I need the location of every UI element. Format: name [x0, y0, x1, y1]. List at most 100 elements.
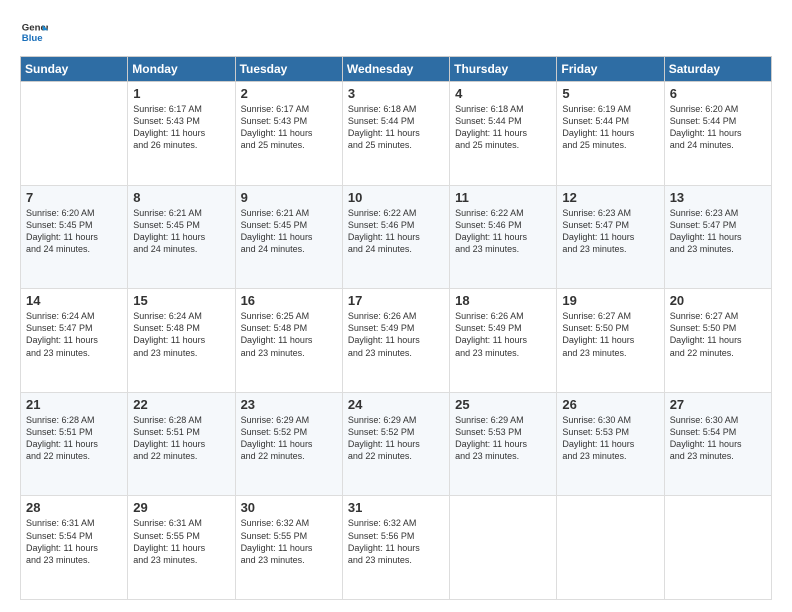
calendar-cell: 26 Sunrise: 6:30 AMSunset: 5:53 PMDayligh…: [557, 392, 664, 496]
day-number: 7: [26, 190, 122, 205]
calendar-week-4: 21Sunrise: 6:28 AMSunset: 5:51 PMDayligh…: [21, 392, 772, 496]
calendar-cell: 3 Sunrise: 6:18 AMSunset: 5:44 PMDaylight…: [342, 82, 449, 186]
weekday-header-sunday: Sunday: [21, 57, 128, 82]
cell-info: Sunrise: 6:30 AMSunset: 5:53 PMDaylight:…: [562, 414, 658, 463]
day-number: 24: [348, 397, 444, 412]
calendar-cell: 6 Sunrise: 6:20 AMSunset: 5:44 PMDaylight…: [664, 82, 771, 186]
day-number: 27: [670, 397, 766, 412]
calendar-week-3: 14 Sunrise: 6:24 AMSunset: 5:47 PMDayligh…: [21, 289, 772, 393]
day-number: 17: [348, 293, 444, 308]
cell-info: Sunrise: 6:18 AMSunset: 5:44 PMDaylight:…: [455, 103, 551, 152]
cell-info: Sunrise: 6:20 AMSunset: 5:44 PMDaylight:…: [670, 103, 766, 152]
cell-info: Sunrise: 6:24 AMSunset: 5:48 PMDaylight:…: [133, 310, 229, 359]
calendar-cell: 1 Sunrise: 6:17 AMSunset: 5:43 PMDaylight…: [128, 82, 235, 186]
cell-info: Sunrise: 6:17 AMSunset: 5:43 PMDaylight:…: [133, 103, 229, 152]
day-number: 26: [562, 397, 658, 412]
calendar-cell: 31 Sunrise: 6:32 AMSunset: 5:56 PMDayligh…: [342, 496, 449, 600]
cell-info: Sunrise: 6:23 AMSunset: 5:47 PMDaylight:…: [670, 207, 766, 256]
day-number: 9: [241, 190, 337, 205]
cell-info: Sunrise: 6:27 AMSunset: 5:50 PMDaylight:…: [562, 310, 658, 359]
calendar-cell: 29 Sunrise: 6:31 AMSunset: 5:55 PMDayligh…: [128, 496, 235, 600]
cell-info: Sunrise: 6:29 AMSunset: 5:52 PMDaylight:…: [348, 414, 444, 463]
calendar-cell: 5 Sunrise: 6:19 AMSunset: 5:44 PMDaylight…: [557, 82, 664, 186]
day-number: 3: [348, 86, 444, 101]
day-number: 25: [455, 397, 551, 412]
day-number: 29: [133, 500, 229, 515]
calendar-cell: 10 Sunrise: 6:22 AMSunset: 5:46 PMDayligh…: [342, 185, 449, 289]
day-number: 11: [455, 190, 551, 205]
calendar-cell: 17 Sunrise: 6:26 AMSunset: 5:49 PMDayligh…: [342, 289, 449, 393]
cell-info: Sunrise: 6:27 AMSunset: 5:50 PMDaylight:…: [670, 310, 766, 359]
day-number: 28: [26, 500, 122, 515]
day-number: 12: [562, 190, 658, 205]
cell-info: Sunrise: 6:22 AMSunset: 5:46 PMDaylight:…: [348, 207, 444, 256]
calendar-cell: 7Sunrise: 6:20 AMSunset: 5:45 PMDaylight…: [21, 185, 128, 289]
day-number: 23: [241, 397, 337, 412]
svg-text:Blue: Blue: [22, 33, 43, 44]
day-number: 10: [348, 190, 444, 205]
calendar-cell: 28 Sunrise: 6:31 AMSunset: 5:54 PMDayligh…: [21, 496, 128, 600]
weekday-header-wednesday: Wednesday: [342, 57, 449, 82]
cell-info: Sunrise: 6:25 AMSunset: 5:48 PMDaylight:…: [241, 310, 337, 359]
calendar-cell: 30 Sunrise: 6:32 AMSunset: 5:55 PMDayligh…: [235, 496, 342, 600]
logo: General Blue: [20, 18, 48, 46]
cell-info: Sunrise: 6:17 AMSunset: 5:43 PMDaylight:…: [241, 103, 337, 152]
cell-info: Sunrise: 6:28 AMSunset: 5:51 PMDaylight:…: [133, 414, 229, 463]
logo-icon: General Blue: [20, 18, 48, 46]
cell-info: Sunrise: 6:26 AMSunset: 5:49 PMDaylight:…: [455, 310, 551, 359]
day-number: 20: [670, 293, 766, 308]
calendar-cell: [557, 496, 664, 600]
weekday-header-row: SundayMondayTuesdayWednesdayThursdayFrid…: [21, 57, 772, 82]
calendar-cell: 21Sunrise: 6:28 AMSunset: 5:51 PMDayligh…: [21, 392, 128, 496]
cell-info: Sunrise: 6:29 AMSunset: 5:53 PMDaylight:…: [455, 414, 551, 463]
cell-info: Sunrise: 6:29 AMSunset: 5:52 PMDaylight:…: [241, 414, 337, 463]
calendar-cell: 23 Sunrise: 6:29 AMSunset: 5:52 PMDayligh…: [235, 392, 342, 496]
day-number: 13: [670, 190, 766, 205]
day-number: 18: [455, 293, 551, 308]
cell-info: Sunrise: 6:32 AMSunset: 5:56 PMDaylight:…: [348, 517, 444, 566]
cell-info: Sunrise: 6:18 AMSunset: 5:44 PMDaylight:…: [348, 103, 444, 152]
cell-info: Sunrise: 6:19 AMSunset: 5:44 PMDaylight:…: [562, 103, 658, 152]
day-number: 1: [133, 86, 229, 101]
calendar-cell: 19Sunrise: 6:27 AMSunset: 5:50 PMDayligh…: [557, 289, 664, 393]
cell-info: Sunrise: 6:31 AMSunset: 5:55 PMDaylight:…: [133, 517, 229, 566]
day-number: 15: [133, 293, 229, 308]
day-number: 16: [241, 293, 337, 308]
cell-info: Sunrise: 6:21 AMSunset: 5:45 PMDaylight:…: [241, 207, 337, 256]
calendar-cell: 20 Sunrise: 6:27 AMSunset: 5:50 PMDayligh…: [664, 289, 771, 393]
day-number: 22: [133, 397, 229, 412]
cell-info: Sunrise: 6:21 AMSunset: 5:45 PMDaylight:…: [133, 207, 229, 256]
calendar-cell: 11 Sunrise: 6:22 AMSunset: 5:46 PMDayligh…: [450, 185, 557, 289]
calendar-cell: 4Sunrise: 6:18 AMSunset: 5:44 PMDaylight…: [450, 82, 557, 186]
cell-info: Sunrise: 6:24 AMSunset: 5:47 PMDaylight:…: [26, 310, 122, 359]
weekday-header-saturday: Saturday: [664, 57, 771, 82]
calendar-cell: 15 Sunrise: 6:24 AMSunset: 5:48 PMDayligh…: [128, 289, 235, 393]
weekday-header-monday: Monday: [128, 57, 235, 82]
cell-info: Sunrise: 6:22 AMSunset: 5:46 PMDaylight:…: [455, 207, 551, 256]
calendar-table: SundayMondayTuesdayWednesdayThursdayFrid…: [20, 56, 772, 600]
calendar-cell: 25 Sunrise: 6:29 AMSunset: 5:53 PMDayligh…: [450, 392, 557, 496]
day-number: 14: [26, 293, 122, 308]
day-number: 5: [562, 86, 658, 101]
weekday-header-thursday: Thursday: [450, 57, 557, 82]
day-number: 31: [348, 500, 444, 515]
cell-info: Sunrise: 6:26 AMSunset: 5:49 PMDaylight:…: [348, 310, 444, 359]
cell-info: Sunrise: 6:31 AMSunset: 5:54 PMDaylight:…: [26, 517, 122, 566]
calendar-cell: 13 Sunrise: 6:23 AMSunset: 5:47 PMDayligh…: [664, 185, 771, 289]
calendar-cell: [664, 496, 771, 600]
calendar-cell: 9 Sunrise: 6:21 AMSunset: 5:45 PMDaylight…: [235, 185, 342, 289]
calendar-cell: 24 Sunrise: 6:29 AMSunset: 5:52 PMDayligh…: [342, 392, 449, 496]
day-number: 6: [670, 86, 766, 101]
calendar-cell: 8Sunrise: 6:21 AMSunset: 5:45 PMDaylight…: [128, 185, 235, 289]
cell-info: Sunrise: 6:28 AMSunset: 5:51 PMDaylight:…: [26, 414, 122, 463]
calendar-cell: 14 Sunrise: 6:24 AMSunset: 5:47 PMDayligh…: [21, 289, 128, 393]
calendar-cell: 27Sunrise: 6:30 AMSunset: 5:54 PMDayligh…: [664, 392, 771, 496]
cell-info: Sunrise: 6:23 AMSunset: 5:47 PMDaylight:…: [562, 207, 658, 256]
calendar-week-2: 7Sunrise: 6:20 AMSunset: 5:45 PMDaylight…: [21, 185, 772, 289]
calendar-cell: 2Sunrise: 6:17 AMSunset: 5:43 PMDaylight…: [235, 82, 342, 186]
weekday-header-friday: Friday: [557, 57, 664, 82]
calendar-week-1: 1 Sunrise: 6:17 AMSunset: 5:43 PMDaylight…: [21, 82, 772, 186]
cell-info: Sunrise: 6:32 AMSunset: 5:55 PMDaylight:…: [241, 517, 337, 566]
calendar-cell: [21, 82, 128, 186]
day-number: 30: [241, 500, 337, 515]
